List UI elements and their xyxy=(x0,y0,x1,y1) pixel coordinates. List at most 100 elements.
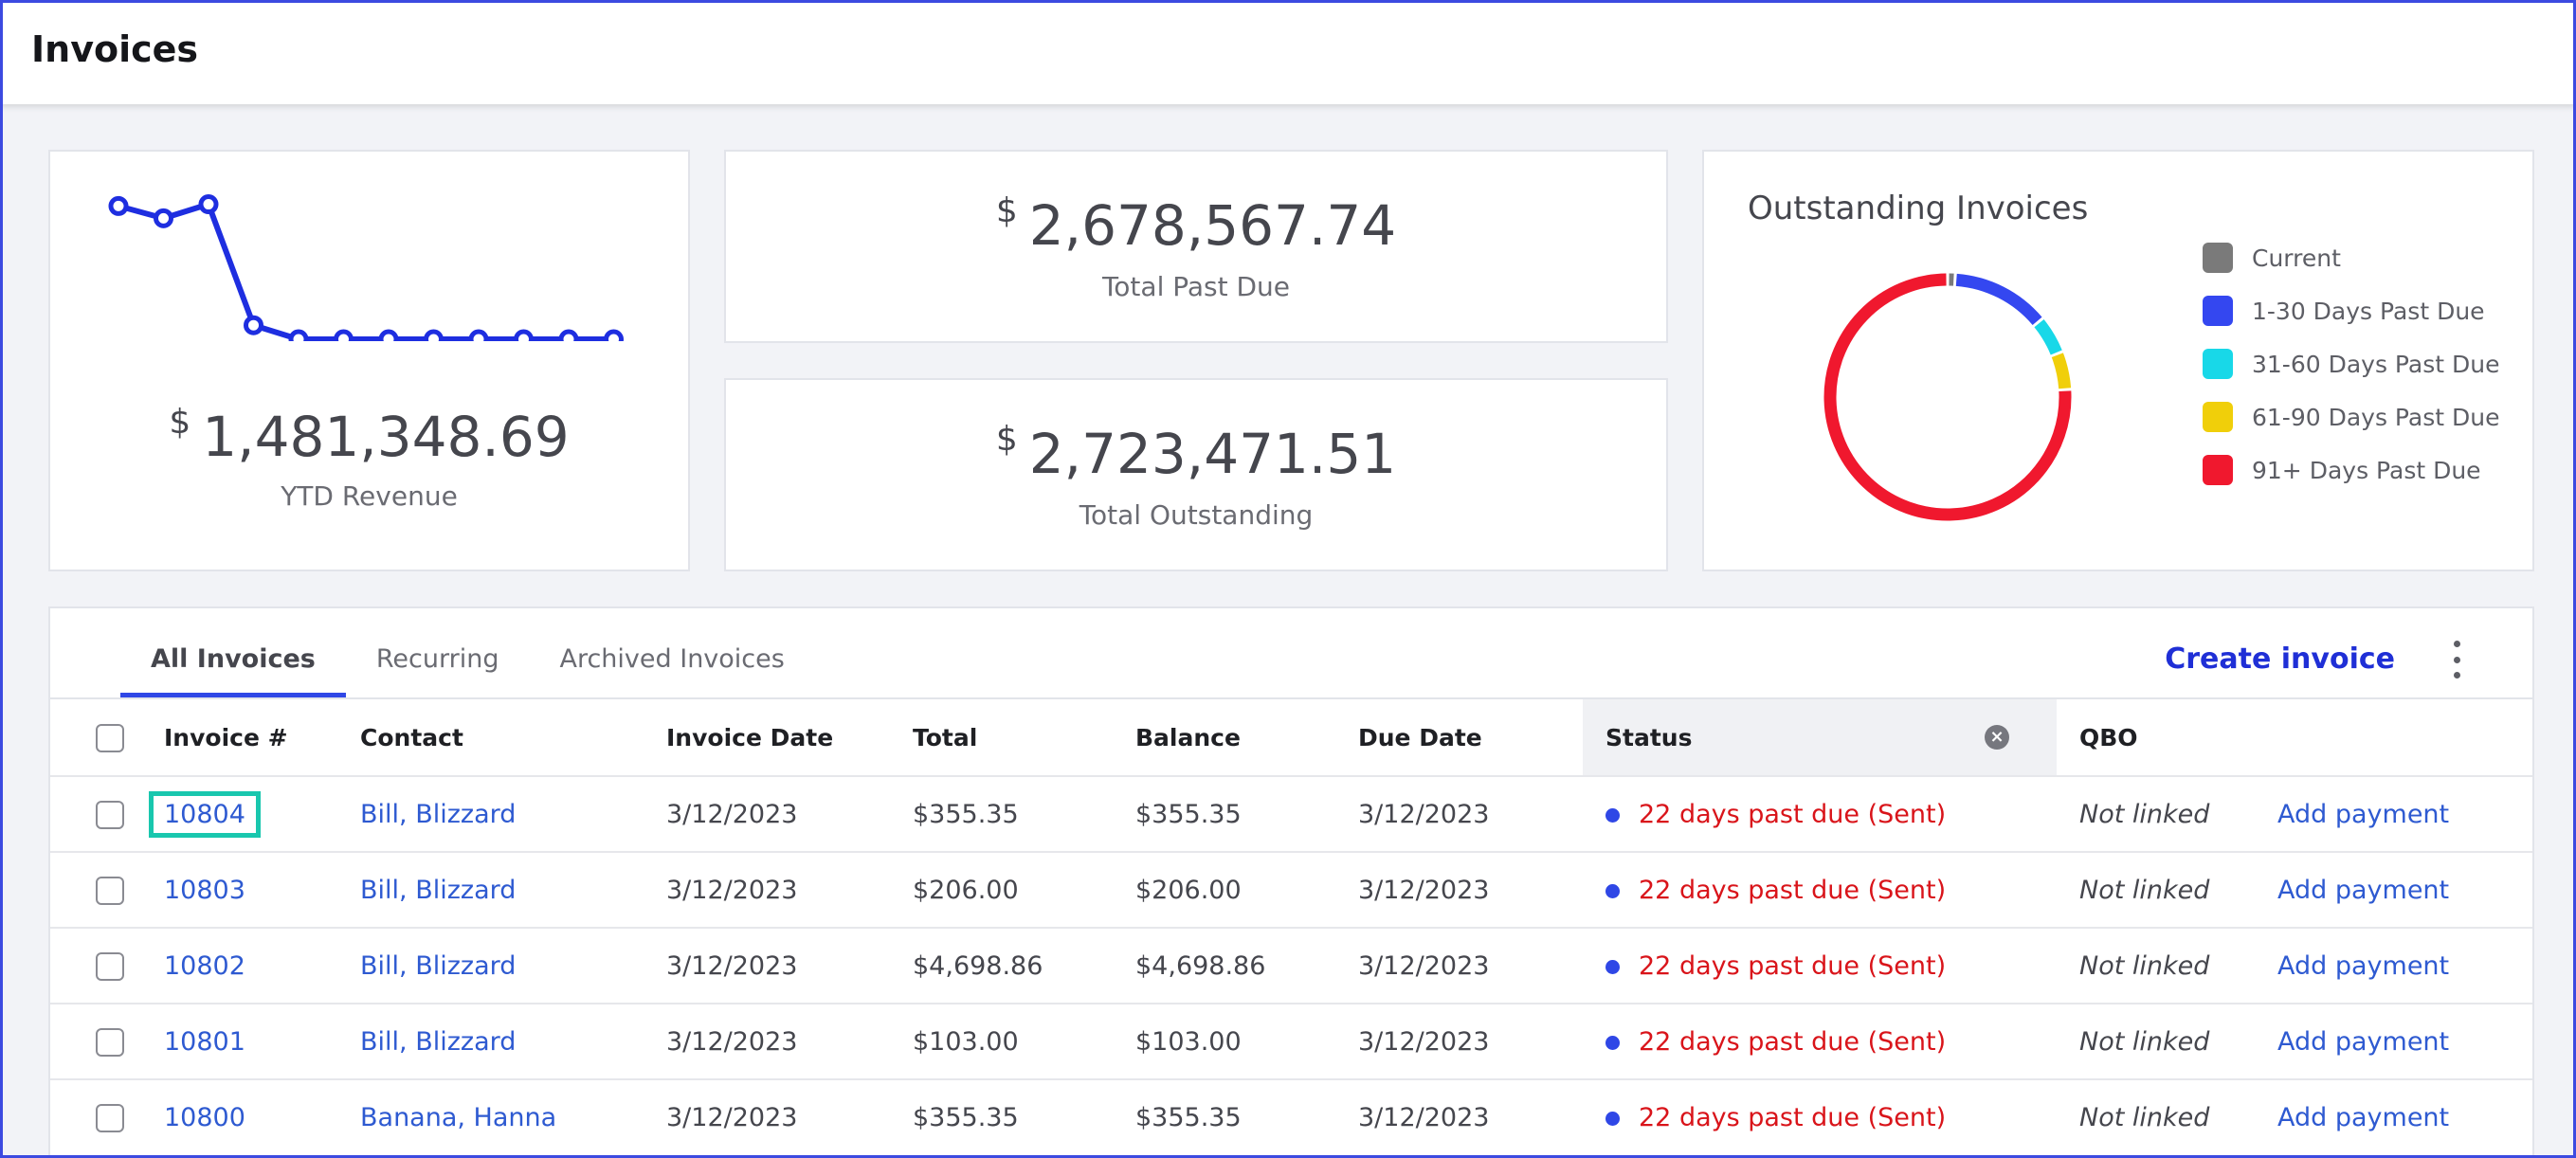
invoice-number-link[interactable]: 10801 xyxy=(164,1027,245,1057)
row-checkbox[interactable] xyxy=(96,951,124,981)
table-row[interactable]: 10803 Bill, Blizzard 3/12/2023 $206.00 $… xyxy=(50,852,2532,928)
row-checkbox[interactable] xyxy=(96,876,124,905)
sparkline-point xyxy=(468,329,489,341)
legend-label: 91+ Days Past Due xyxy=(2252,456,2481,484)
invoice-number-link[interactable]: 10803 xyxy=(164,876,245,905)
amount-value: 2,723,471.51 xyxy=(1028,422,1397,486)
clear-filter-icon[interactable]: × xyxy=(1985,725,2009,750)
table-row[interactable]: 10800 Banana, Hanna 3/12/2023 $355.35 $3… xyxy=(50,1079,2532,1155)
currency-symbol: $ xyxy=(169,403,191,442)
contact-link[interactable]: Banana, Hanna xyxy=(360,1103,556,1132)
status-cell: 22 days past due (Sent) xyxy=(1583,852,2057,928)
sparkline-point xyxy=(378,329,399,341)
sparkline-point xyxy=(424,329,444,341)
sparkline-point xyxy=(154,208,173,228)
invoice-number-link[interactable]: 10800 xyxy=(164,1103,245,1132)
create-invoice-button[interactable]: Create invoice xyxy=(2165,642,2395,676)
invoice-due-date: 3/12/2023 xyxy=(1358,799,1490,829)
invoices-table: Invoice # Contact Invoice Date Total Bal… xyxy=(50,697,2532,1155)
more-options-icon[interactable] xyxy=(2447,641,2466,679)
status-dot-icon xyxy=(1605,959,1620,974)
donut-segment xyxy=(2034,319,2062,355)
sparkline-point xyxy=(334,329,354,341)
table-row[interactable]: 10804 Bill, Blizzard 3/12/2023 $355.35 $… xyxy=(50,776,2532,852)
invoice-due-date: 3/12/2023 xyxy=(1358,1103,1490,1132)
add-payment-link[interactable]: Add payment xyxy=(2277,876,2449,905)
invoice-due-date: 3/12/2023 xyxy=(1358,1026,1490,1057)
sparkline-point xyxy=(514,329,534,341)
invoice-date: 3/12/2023 xyxy=(666,1026,798,1057)
status-cell: 22 days past due (Sent) xyxy=(1583,776,2057,852)
tab-all-invoices[interactable]: All Invoices xyxy=(120,608,346,697)
invoice-total: $355.35 xyxy=(913,1103,1019,1132)
currency-symbol: $ xyxy=(995,191,1018,230)
contact-link[interactable]: Bill, Blizzard xyxy=(360,951,516,981)
table-header-row: Invoice # Contact Invoice Date Total Bal… xyxy=(50,698,2532,776)
invoice-due-date: 3/12/2023 xyxy=(1358,950,1490,981)
ytd-revenue-card: $1,481,348.69 YTD Revenue xyxy=(48,150,690,571)
add-payment-link[interactable]: Add payment xyxy=(2277,1027,2449,1057)
currency-symbol: $ xyxy=(995,420,1018,459)
page-title: Invoices xyxy=(31,28,199,70)
add-payment-link[interactable]: Add payment xyxy=(2277,1103,2449,1132)
add-payment-link[interactable]: Add payment xyxy=(2277,951,2449,981)
invoice-total: $4,698.86 xyxy=(913,950,1043,981)
invoice-balance: $355.35 xyxy=(1135,799,1242,829)
legend-label: 61-90 Days Past Due xyxy=(2252,403,2500,431)
add-payment-link[interactable]: Add payment xyxy=(2277,800,2449,829)
legend-swatch xyxy=(2203,402,2233,432)
contact-link[interactable]: Bill, Blizzard xyxy=(360,876,516,905)
invoice-number-link[interactable]: 10802 xyxy=(164,951,245,981)
status-dot-icon xyxy=(1605,1035,1620,1050)
sparkline-point xyxy=(288,329,309,341)
invoices-table-card: All Invoices Recurring Archived Invoices… xyxy=(48,606,2534,1158)
ytd-revenue-amount: $1,481,348.69 xyxy=(50,403,688,469)
ytd-revenue-caption: YTD Revenue xyxy=(281,480,458,512)
past-due-caption: Total Past Due xyxy=(1101,271,1291,302)
row-checkbox[interactable] xyxy=(96,1104,124,1133)
sparkline-point xyxy=(198,194,219,215)
select-all-checkbox[interactable] xyxy=(96,723,124,752)
header-balance[interactable]: Balance xyxy=(1135,698,1358,776)
legend-swatch xyxy=(2203,296,2233,326)
outstanding-caption: Total Outstanding xyxy=(1079,499,1314,531)
header-qbo[interactable]: QBO xyxy=(2057,698,2277,776)
past-due-amount: $2,678,567.74 xyxy=(726,191,1666,258)
row-checkbox[interactable] xyxy=(96,800,124,829)
legend-swatch xyxy=(2203,243,2233,273)
sparkline-point xyxy=(558,329,579,341)
outstanding-invoices-card: Outstanding Invoices Current 1-30 Days Pa… xyxy=(1702,150,2534,571)
table-row[interactable]: 10802 Bill, Blizzard 3/12/2023 $4,698.86… xyxy=(50,928,2532,1004)
page-header: Invoices xyxy=(0,0,2576,104)
qbo-status: Not linked xyxy=(2079,950,2210,981)
header-total[interactable]: Total xyxy=(913,698,1135,776)
status-text: 22 days past due (Sent) xyxy=(1639,1103,1947,1132)
contact-link[interactable]: Bill, Blizzard xyxy=(360,1027,516,1057)
invoice-number-link[interactable]: 10804 xyxy=(149,790,261,838)
legend-item: Current xyxy=(2203,231,2499,284)
header-status[interactable]: Status × xyxy=(1583,698,2057,776)
invoice-date: 3/12/2023 xyxy=(666,875,798,905)
tab-recurring[interactable]: Recurring xyxy=(346,608,530,697)
header-invoice-date[interactable]: Invoice Date xyxy=(666,698,913,776)
amount-value: 2,678,567.74 xyxy=(1028,193,1397,258)
tab-archived-invoices[interactable]: Archived Invoices xyxy=(529,608,814,697)
amount-value: 1,481,348.69 xyxy=(202,405,570,469)
header-invoice-number[interactable]: Invoice # xyxy=(164,698,360,776)
row-checkbox[interactable] xyxy=(96,1027,124,1057)
table-row[interactable]: 10801 Bill, Blizzard 3/12/2023 $103.00 $… xyxy=(50,1004,2532,1079)
status-cell: 22 days past due (Sent) xyxy=(1583,1079,2057,1155)
invoice-due-date: 3/12/2023 xyxy=(1358,875,1490,905)
invoice-balance: $206.00 xyxy=(1135,875,1242,905)
header-due-date[interactable]: Due Date xyxy=(1358,698,1583,776)
header-contact[interactable]: Contact xyxy=(360,698,666,776)
qbo-status: Not linked xyxy=(2079,799,2210,829)
donut-legend: Current 1-30 Days Past Due 31-60 Days Past… xyxy=(2203,231,2499,497)
status-dot-icon xyxy=(1605,807,1620,823)
status-cell: 22 days past due (Sent) xyxy=(1583,928,2057,1004)
invoice-date: 3/12/2023 xyxy=(666,799,798,829)
status-text: 22 days past due (Sent) xyxy=(1639,1026,1947,1057)
contact-link[interactable]: Bill, Blizzard xyxy=(360,800,516,829)
legend-label: 31-60 Days Past Due xyxy=(2252,350,2500,378)
ytd-trend-sparkline xyxy=(108,194,624,341)
